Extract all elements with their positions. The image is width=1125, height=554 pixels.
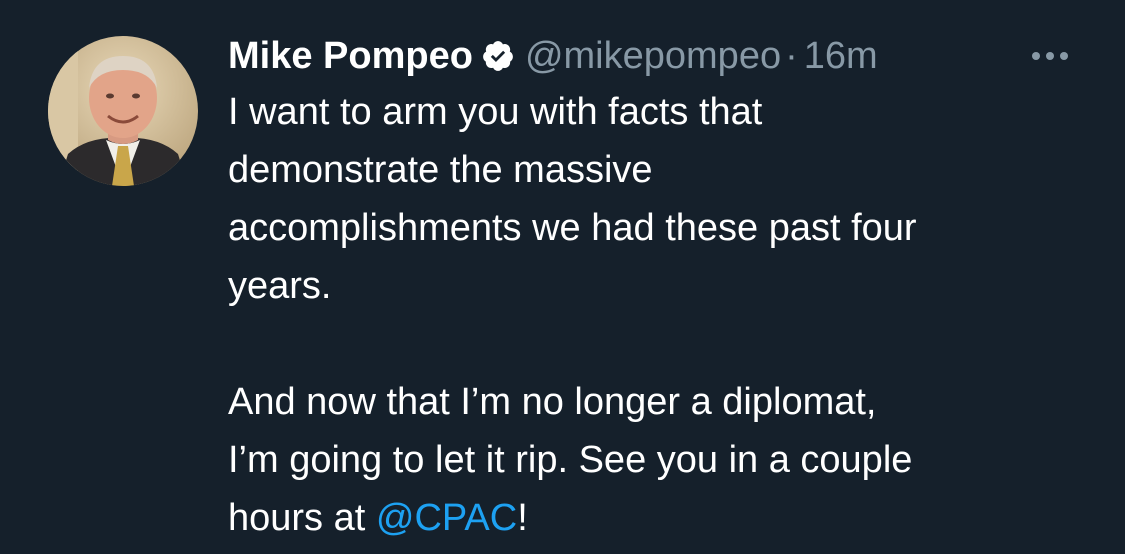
avatar[interactable] bbox=[48, 36, 198, 186]
verified-badge-icon bbox=[481, 39, 515, 73]
avatar-photo bbox=[48, 36, 198, 186]
separator-dot: · bbox=[785, 34, 798, 77]
text-line: demonstrate the massive bbox=[228, 149, 653, 191]
more-dot bbox=[1060, 52, 1068, 60]
author-handle[interactable]: @mikepompeo bbox=[525, 35, 781, 78]
tweet-header: Mike Pompeo @mikepompeo · 16m bbox=[228, 30, 1088, 82]
tweet-paragraph: I want to arm you with facts that demons… bbox=[228, 83, 1088, 315]
more-dot bbox=[1046, 52, 1054, 60]
tweet-paragraph: And now that I’m no longer a diplomat, I… bbox=[228, 373, 1088, 547]
tweet-text: I want to arm you with facts that demons… bbox=[228, 83, 1088, 547]
text-line-end: ! bbox=[517, 497, 528, 539]
text-line: I want to arm you with facts that bbox=[228, 91, 763, 133]
text-line: accomplishments we had these past four bbox=[228, 207, 917, 249]
text-line: I’m going to let it rip. See you in a co… bbox=[228, 439, 913, 481]
text-line: years. bbox=[228, 265, 332, 307]
more-dot bbox=[1032, 52, 1040, 60]
text-line: And now that I’m no longer a diplomat, bbox=[228, 381, 877, 423]
mention-link[interactable]: @CPAC bbox=[376, 497, 517, 539]
more-options-icon[interactable] bbox=[1032, 52, 1068, 60]
text-line: hours at bbox=[228, 497, 376, 539]
author-name[interactable]: Mike Pompeo bbox=[228, 35, 473, 78]
tweet: Mike Pompeo @mikepompeo · 16m I want to … bbox=[0, 0, 1125, 554]
tweet-content: Mike Pompeo @mikepompeo · 16m I want to … bbox=[228, 30, 1088, 547]
tweet-timestamp[interactable]: 16m bbox=[804, 35, 878, 78]
